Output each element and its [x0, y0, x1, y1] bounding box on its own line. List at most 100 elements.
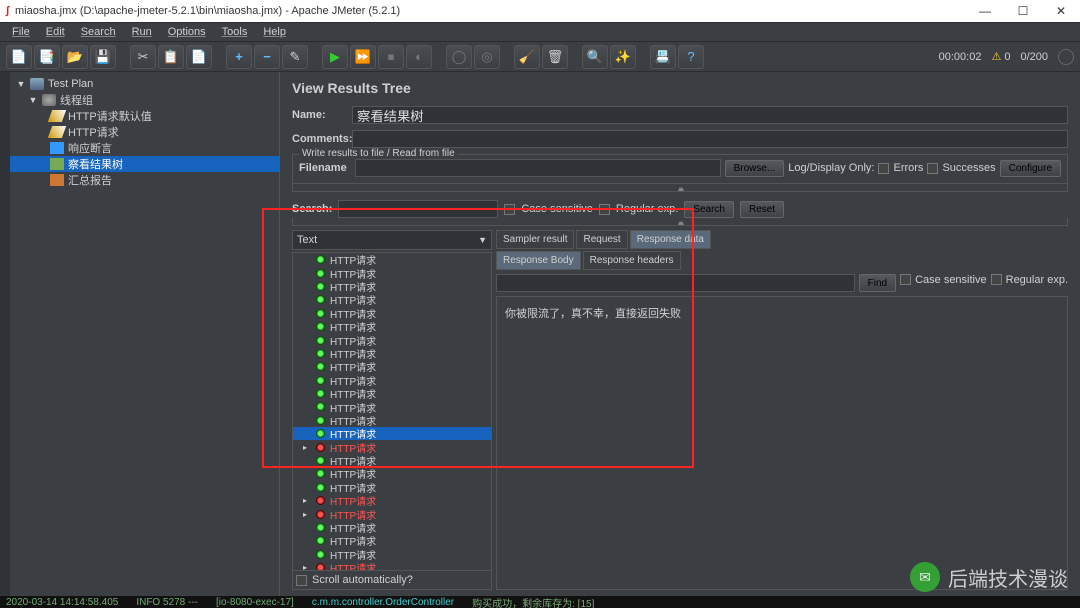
search-input[interactable]	[338, 200, 498, 218]
clear-icon[interactable]: 🧹	[514, 45, 540, 69]
open-icon[interactable]: 📂	[62, 45, 88, 69]
tab-response-headers[interactable]: Response headers	[583, 251, 681, 270]
filename-input[interactable]	[355, 159, 721, 177]
renderer-select[interactable]: Text ▼	[292, 230, 492, 250]
wand-icon[interactable]: ✎	[282, 45, 308, 69]
menu-options[interactable]: Options	[160, 24, 214, 40]
case-checkbox[interactable]	[504, 204, 515, 215]
result-row[interactable]: ▸HTTP请求	[293, 494, 491, 507]
result-row[interactable]: ▸HTTP请求	[293, 507, 491, 520]
remote-stop-icon[interactable]: ◎	[474, 45, 500, 69]
successes-checkbox[interactable]	[927, 163, 938, 174]
tree-item[interactable]: 察看结果树	[10, 156, 279, 172]
minimize-button[interactable]: —	[966, 0, 1004, 22]
functions-icon[interactable]: 📇	[650, 45, 676, 69]
help-icon[interactable]: ?	[678, 45, 704, 69]
run-icon[interactable]: ▶	[322, 45, 348, 69]
menu-edit[interactable]: Edit	[38, 24, 73, 40]
tab-sampler-result[interactable]: Sampler result	[496, 230, 574, 249]
find-case-checkbox[interactable]	[900, 274, 911, 285]
configure-button[interactable]: Configure	[1000, 160, 1061, 177]
tab-response-body[interactable]: Response Body	[496, 251, 581, 270]
result-row[interactable]: HTTP请求	[293, 454, 491, 467]
clear-all-icon[interactable]: 🗑	[542, 45, 568, 69]
result-row[interactable]: HTTP请求	[293, 293, 491, 306]
expand-icon[interactable]: ▸	[303, 496, 311, 505]
response-body-text[interactable]: 你被限流了，真不幸，直接返回失败	[496, 296, 1068, 590]
add-icon[interactable]: +	[226, 45, 252, 69]
tab-response-data[interactable]: Response data	[630, 230, 711, 249]
result-row[interactable]: HTTP请求	[293, 400, 491, 413]
remove-icon[interactable]: −	[254, 45, 280, 69]
result-row[interactable]: HTTP请求	[293, 387, 491, 400]
expand-icon[interactable]: ▸	[303, 510, 311, 519]
result-row[interactable]: HTTP请求	[293, 427, 491, 440]
expand-icon[interactable]: ▸	[303, 443, 311, 452]
result-row[interactable]: ▸HTTP请求	[293, 440, 491, 453]
test-plan-tree[interactable]: ▼ Test Plan ▼ 线程组 HTTP请求默认值HTTP请求响应断言察看结…	[10, 72, 280, 598]
maximize-button[interactable]: ☐	[1004, 0, 1042, 22]
write-results-fieldset: Write results to file / Read from file F…	[292, 154, 1068, 184]
copy-icon[interactable]: 📋	[158, 45, 184, 69]
new-icon[interactable]: 📄	[6, 45, 32, 69]
find-input[interactable]	[496, 274, 855, 292]
result-row[interactable]: HTTP请求	[293, 374, 491, 387]
menu-help[interactable]: Help	[255, 24, 294, 40]
menu-tools[interactable]: Tools	[214, 24, 256, 40]
search-icon[interactable]: 🔍	[582, 45, 608, 69]
result-row[interactable]: HTTP请求	[293, 333, 491, 346]
errors-checkbox[interactable]	[878, 163, 889, 174]
run-notimer-icon[interactable]: ⏩	[350, 45, 376, 69]
tree-item[interactable]: HTTP请求	[10, 124, 279, 140]
result-row[interactable]: HTTP请求	[293, 360, 491, 373]
comments-input[interactable]	[352, 130, 1068, 148]
tree-item[interactable]: 响应断言	[10, 140, 279, 156]
result-row[interactable]: HTTP请求	[293, 534, 491, 547]
result-row[interactable]: HTTP请求	[293, 481, 491, 494]
paste-icon[interactable]: 📄	[186, 45, 212, 69]
result-row[interactable]: HTTP请求	[293, 414, 491, 427]
reset-button[interactable]: Reset	[740, 201, 784, 218]
search-button[interactable]: Search	[684, 201, 734, 218]
save-icon[interactable]: 💾	[90, 45, 116, 69]
find-button[interactable]: Find	[859, 274, 896, 292]
reset-search-icon[interactable]: ✨	[610, 45, 636, 69]
errors-label: Errors	[893, 162, 923, 174]
result-row[interactable]: HTTP请求	[293, 253, 491, 266]
expand-icon[interactable]: ▸	[303, 563, 311, 571]
browse-button[interactable]: Browse...	[725, 160, 785, 177]
tree-root[interactable]: ▼ Test Plan	[10, 76, 279, 92]
tree-item[interactable]: 汇总报告	[10, 172, 279, 188]
templates-icon[interactable]: 📑	[34, 45, 60, 69]
warning-badge[interactable]: ⚠0	[991, 50, 1010, 63]
result-row[interactable]: HTTP请求	[293, 320, 491, 333]
result-row[interactable]: HTTP请求	[293, 548, 491, 561]
collapse-icon[interactable]: ▼	[16, 79, 26, 89]
cut-icon[interactable]: ✂	[130, 45, 156, 69]
result-row[interactable]: HTTP请求	[293, 521, 491, 534]
tree-threadgroup[interactable]: ▼ 线程组	[10, 92, 279, 108]
tab-request[interactable]: Request	[576, 230, 627, 249]
result-row[interactable]: HTTP请求	[293, 280, 491, 293]
menu-search[interactable]: Search	[73, 24, 124, 40]
results-list[interactable]: HTTP请求HTTP请求HTTP请求HTTP请求HTTP请求HTTP请求HTTP…	[292, 252, 492, 571]
stop-icon[interactable]: ⏹	[378, 45, 404, 69]
result-row[interactable]: HTTP请求	[293, 266, 491, 279]
collapse-icon[interactable]: ▼	[28, 95, 38, 105]
scroll-auto-checkbox[interactable]	[296, 575, 307, 586]
menu-file[interactable]: File	[4, 24, 38, 40]
collapse-handle[interactable]: ▴▴	[292, 184, 1068, 192]
remote-start-icon[interactable]: ◯	[446, 45, 472, 69]
regex-checkbox[interactable]	[599, 204, 610, 215]
close-button[interactable]: ✕	[1042, 0, 1080, 22]
shutdown-icon[interactable]: ◐	[406, 45, 432, 69]
tree-item[interactable]: HTTP请求默认值	[10, 108, 279, 124]
result-row[interactable]: HTTP请求	[293, 347, 491, 360]
find-regex-checkbox[interactable]	[991, 274, 1002, 285]
result-row[interactable]: ▸HTTP请求	[293, 561, 491, 571]
menu-run[interactable]: Run	[124, 24, 160, 40]
result-row[interactable]: HTTP请求	[293, 467, 491, 480]
name-input[interactable]	[352, 106, 1068, 124]
result-row[interactable]: HTTP请求	[293, 307, 491, 320]
collapse-handle-2[interactable]: ▴▴	[292, 218, 1068, 226]
